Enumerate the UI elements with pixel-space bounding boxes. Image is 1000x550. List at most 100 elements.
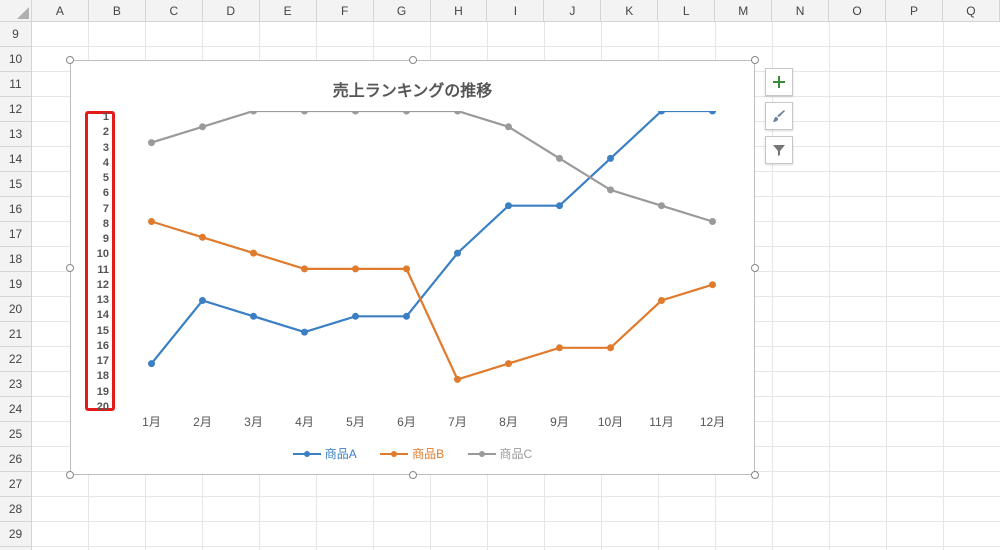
row-header[interactable]: 21 [0,322,31,347]
legend-item-b[interactable]: 商品B [380,445,444,462]
column-header[interactable]: G [374,0,431,21]
column-header[interactable]: H [431,0,488,21]
row-header[interactable]: 29 [0,522,31,547]
column-header[interactable]: A [32,0,89,21]
chart-title[interactable]: 売上ランキングの推移 [71,61,754,101]
row-header[interactable]: 14 [0,147,31,172]
chart-styles-button[interactable] [765,102,793,130]
data-point[interactable] [709,281,716,288]
row-header[interactable]: 18 [0,247,31,272]
data-point[interactable] [403,313,410,320]
data-point[interactable] [505,202,512,209]
row-header[interactable]: 23 [0,372,31,397]
y-tick-label: 2 [85,127,109,138]
column-header[interactable]: K [601,0,658,21]
row-header[interactable]: 9 [0,22,31,47]
data-point[interactable] [148,360,155,367]
x-tick-label: 7月 [448,413,467,430]
data-point[interactable] [454,111,461,115]
data-point[interactable] [199,234,206,241]
data-point[interactable] [658,202,665,209]
row-header[interactable]: 28 [0,497,31,522]
legend-label: 商品B [412,445,444,462]
legend-item-c[interactable]: 商品C [468,445,533,462]
y-axis-highlight[interactable]: 1234567891011121314151617181920 [85,111,115,411]
resize-handle-br[interactable] [751,471,759,479]
series-line[interactable] [152,222,713,380]
data-point[interactable] [556,202,563,209]
row-header[interactable]: 25 [0,422,31,447]
data-point[interactable] [250,313,257,320]
column-header[interactable]: I [487,0,544,21]
data-point[interactable] [403,265,410,272]
column-header[interactable]: L [658,0,715,21]
row-header[interactable]: 11 [0,72,31,97]
data-point[interactable] [607,186,614,193]
row-header[interactable]: 13 [0,122,31,147]
data-point[interactable] [454,250,461,257]
column-header[interactable]: D [203,0,260,21]
data-point[interactable] [301,265,308,272]
data-point[interactable] [454,376,461,383]
data-point[interactable] [607,344,614,351]
column-header[interactable]: C [146,0,203,21]
plot-area[interactable] [126,111,738,411]
data-point[interactable] [352,313,359,320]
resize-handle-lc[interactable] [66,264,74,272]
data-point[interactable] [301,329,308,336]
data-point[interactable] [505,360,512,367]
data-point[interactable] [352,111,359,115]
row-header[interactable]: 26 [0,447,31,472]
row-header[interactable]: 10 [0,47,31,72]
legend-item-a[interactable]: 商品A [293,445,357,462]
column-header[interactable]: Q [943,0,1000,21]
data-point[interactable] [607,155,614,162]
data-point[interactable] [556,344,563,351]
chart-elements-button[interactable] [765,68,793,96]
row-header[interactable]: 24 [0,397,31,422]
series-line[interactable] [152,111,713,222]
row-header[interactable]: 19 [0,272,31,297]
column-header[interactable]: B [89,0,146,21]
resize-handle-tr[interactable] [751,56,759,64]
column-header[interactable]: O [829,0,886,21]
chart-object[interactable]: 売上ランキングの推移 12345678910111213141516171819… [70,60,755,475]
data-point[interactable] [352,265,359,272]
x-tick-label: 2月 [193,413,212,430]
data-point[interactable] [199,123,206,130]
row-header[interactable]: 12 [0,97,31,122]
x-tick-label: 5月 [346,413,365,430]
data-point[interactable] [301,111,308,115]
select-all-corner[interactable] [0,0,32,21]
data-point[interactable] [658,297,665,304]
data-point[interactable] [505,123,512,130]
legend[interactable]: 商品A 商品B 商品C [71,445,754,462]
data-point[interactable] [250,111,257,115]
data-point[interactable] [148,218,155,225]
data-point[interactable] [199,297,206,304]
data-point[interactable] [148,139,155,146]
column-header[interactable]: F [317,0,374,21]
data-point[interactable] [403,111,410,115]
row-header[interactable]: 22 [0,347,31,372]
column-header[interactable]: E [260,0,317,21]
resize-handle-bc[interactable] [409,471,417,479]
data-point[interactable] [556,155,563,162]
resize-handle-bl[interactable] [66,471,74,479]
data-point[interactable] [709,111,716,115]
column-header[interactable]: M [715,0,772,21]
column-header[interactable]: J [544,0,601,21]
resize-handle-tc[interactable] [409,56,417,64]
row-header[interactable]: 27 [0,472,31,497]
resize-handle-rc[interactable] [751,264,759,272]
row-header[interactable]: 17 [0,222,31,247]
data-point[interactable] [709,218,716,225]
chart-filter-button[interactable] [765,136,793,164]
row-header[interactable]: 15 [0,172,31,197]
column-header[interactable]: P [886,0,943,21]
data-point[interactable] [250,250,257,257]
column-header[interactable]: N [772,0,829,21]
resize-handle-tl[interactable] [66,56,74,64]
row-header[interactable]: 20 [0,297,31,322]
row-header[interactable]: 16 [0,197,31,222]
